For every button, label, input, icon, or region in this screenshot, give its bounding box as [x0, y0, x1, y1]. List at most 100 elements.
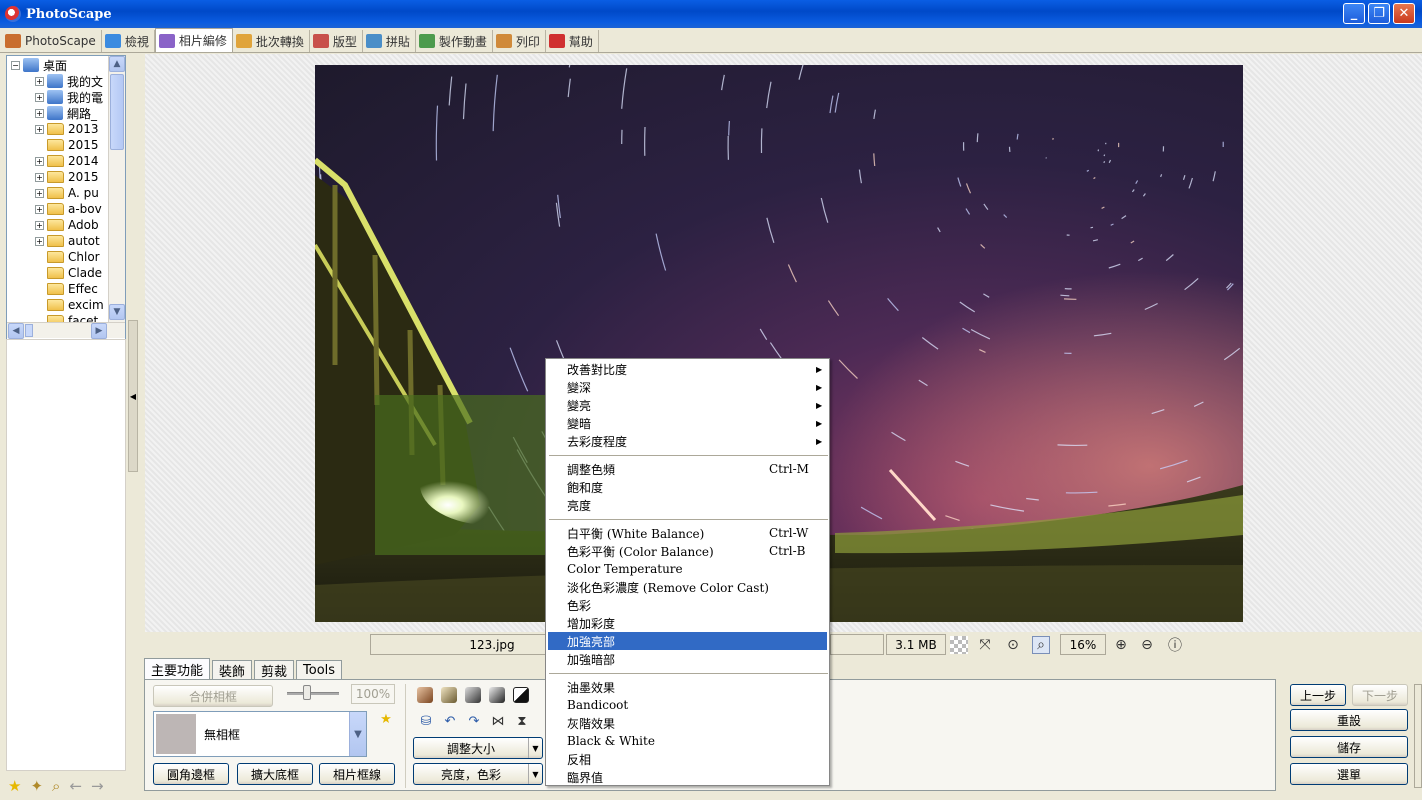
frame-slider-track[interactable] — [287, 692, 339, 695]
tab-7[interactable]: 列印 — [493, 30, 546, 52]
tab-3[interactable]: 批次轉換 — [233, 30, 310, 52]
menu-item[interactable]: 加強亮部 — [548, 632, 827, 650]
tab-2[interactable]: 相片編修 — [154, 28, 233, 52]
tab-6[interactable]: 製作動畫 — [416, 30, 493, 52]
flip-vertical-icon[interactable]: ⧗ — [513, 712, 531, 730]
menu-item[interactable]: 飽和度 — [548, 478, 827, 496]
add-favorite-icon[interactable]: ✦ — [30, 777, 43, 795]
brightness-color-button[interactable]: 亮度，色彩 ▼ — [413, 763, 543, 785]
expand-icon[interactable]: + — [35, 124, 44, 134]
expand-icon[interactable]: + — [35, 92, 44, 102]
fit-screen-icon[interactable]: ⤧ — [976, 636, 994, 654]
back-arrow-icon[interactable]: ← — [69, 777, 82, 795]
tab-4[interactable]: 版型 — [310, 30, 363, 52]
scroll-left-button[interactable]: ◀ — [8, 323, 24, 339]
edit-tab-2[interactable]: 剪裁 — [254, 660, 295, 680]
menu-item[interactable]: 色彩平衡 (Color Balance) Ctrl-B — [548, 542, 827, 560]
expand-icon[interactable]: + — [35, 156, 44, 166]
zoom-actual-icon[interactable]: ⊙ — [1004, 636, 1022, 654]
menu-item[interactable]: 改善對比度 ▶ — [548, 360, 827, 378]
close-button[interactable]: ✕ — [1393, 3, 1415, 24]
menu-item[interactable]: 亮度 — [548, 496, 827, 514]
expand-icon[interactable]: + — [35, 220, 44, 230]
frame-slider-thumb[interactable] — [303, 685, 311, 700]
expand-icon[interactable]: + — [35, 188, 44, 198]
menu-item[interactable]: 白平衡 (White Balance) Ctrl-W — [548, 524, 827, 542]
tab-5[interactable]: 拼貼 — [363, 30, 416, 52]
redo-button[interactable]: 下一步 — [1352, 684, 1408, 706]
menu-item[interactable]: 變亮 ▶ — [548, 396, 827, 414]
tree-horizontal-scrollbar[interactable]: ◀ ▶ — [7, 322, 125, 339]
expand-icon[interactable]: + — [35, 172, 44, 182]
rotate-right-icon[interactable]: ↷ — [465, 712, 483, 730]
menu-item[interactable]: Black & White — [548, 732, 827, 750]
flip-horizontal-icon[interactable]: ⋈ — [489, 712, 507, 730]
right-scrollbar[interactable] — [1414, 684, 1422, 788]
frame-percent-field[interactable]: 100% — [351, 684, 395, 704]
folder-tree[interactable]: − 桌面 + 我的文 + 我的電 + 網路_ +2013 2015 +2014 +2015 + A. … — [6, 55, 126, 371]
menu-button[interactable]: 選單 — [1290, 763, 1408, 785]
frame-selector[interactable]: 無相框 ▼ — [153, 711, 367, 757]
frame-line-button[interactable]: 相片框線 — [319, 763, 395, 785]
menu-item[interactable]: 反相 — [548, 750, 827, 768]
scroll-down-button[interactable]: ▼ — [109, 304, 125, 320]
tab-8[interactable]: 幫助 — [546, 30, 599, 52]
edit-tab-1[interactable]: 裝飾 — [212, 660, 253, 680]
zoom-out-icon[interactable]: ⊖ — [1138, 636, 1156, 654]
expand-icon[interactable]: + — [35, 204, 44, 214]
info-icon[interactable]: ⓘ — [1166, 636, 1184, 654]
zoom-in-icon[interactable]: ⊕ — [1112, 636, 1130, 654]
menu-item[interactable]: 變深 ▶ — [548, 378, 827, 396]
save-button[interactable]: 儲存 — [1290, 736, 1408, 758]
menu-item[interactable]: 臨界值 — [548, 768, 827, 786]
folder-search-icon[interactable]: ⌕ — [52, 777, 60, 795]
favorite-star-icon[interactable]: ★ — [8, 777, 21, 795]
bw-icon[interactable] — [513, 687, 529, 703]
scroll-up-button[interactable]: ▲ — [109, 56, 125, 72]
menu-item[interactable]: 增加彩度 — [548, 614, 827, 632]
menu-item[interactable]: 調整色頻 Ctrl-M — [548, 460, 827, 478]
scroll-thumb[interactable] — [110, 74, 124, 150]
menu-item[interactable]: Color Temperature — [548, 560, 827, 578]
menu-item[interactable]: 加強暗部 — [548, 650, 827, 668]
menu-item[interactable]: 淡化色彩濃度 (Remove Color Cast) — [548, 578, 827, 596]
menu-item[interactable]: Bandicoot — [548, 696, 827, 714]
forward-arrow-icon[interactable]: → — [91, 777, 104, 795]
undo-button[interactable]: 上一步 — [1290, 684, 1346, 706]
favorite-frame-icon[interactable]: ★ — [377, 710, 395, 728]
collapse-icon[interactable]: − — [11, 60, 20, 70]
round-corner-button[interactable]: 圓角邊框 — [153, 763, 229, 785]
film-effect-icon[interactable] — [489, 687, 505, 703]
resize-dropdown-icon[interactable]: ▼ — [528, 738, 542, 758]
tab-1[interactable]: 檢視 — [102, 30, 155, 52]
open-folder-icon[interactable]: ⛁ — [417, 712, 435, 730]
thumbnail-panel[interactable] — [6, 339, 126, 771]
brightness-dropdown-icon[interactable]: ▼ — [528, 764, 542, 784]
merge-frame-button[interactable]: 合併相框 — [153, 685, 273, 707]
reset-button[interactable]: 重設 — [1290, 709, 1408, 731]
expand-icon[interactable]: + — [35, 76, 44, 86]
auto-level-icon[interactable] — [417, 687, 433, 703]
sharpen-icon[interactable] — [465, 687, 481, 703]
menu-item[interactable]: 油墨效果 — [548, 678, 827, 696]
menu-item[interactable]: 變暗 ▶ — [548, 414, 827, 432]
tree-vertical-scrollbar[interactable]: ▲ ▼ — [108, 56, 125, 322]
adjust-context-menu[interactable]: 改善對比度 ▶ 變深 ▶ 變亮 ▶ 變暗 ▶ 去彩度程度 ▶ 調整色頻 Ctrl-M 飽和度 亮度白平衡 … — [545, 358, 830, 786]
resize-button[interactable]: 調整大小 ▼ — [413, 737, 543, 759]
rotate-left-icon[interactable]: ↶ — [441, 712, 459, 730]
chevron-down-icon[interactable]: ▼ — [349, 712, 366, 756]
zoom-fit-icon[interactable]: ⌕ — [1032, 636, 1050, 654]
restore-button[interactable]: ❐ — [1368, 3, 1390, 24]
edit-tab-3[interactable]: Tools — [296, 660, 343, 680]
hscroll-thumb[interactable] — [25, 324, 33, 337]
expand-icon[interactable]: + — [35, 108, 44, 118]
menu-item[interactable]: 去彩度程度 ▶ — [548, 432, 827, 450]
tree-root[interactable]: − 桌面 — [11, 57, 119, 73]
tab-0[interactable]: PhotoScape — [2, 30, 102, 52]
menu-item[interactable]: 色彩 — [548, 596, 827, 614]
expand-canvas-button[interactable]: 擴大底框 — [237, 763, 313, 785]
expand-icon[interactable]: + — [35, 236, 44, 246]
auto-contrast-icon[interactable] — [441, 687, 457, 703]
menu-item[interactable]: 灰階效果 — [548, 714, 827, 732]
checkerboard-icon[interactable] — [950, 636, 968, 654]
